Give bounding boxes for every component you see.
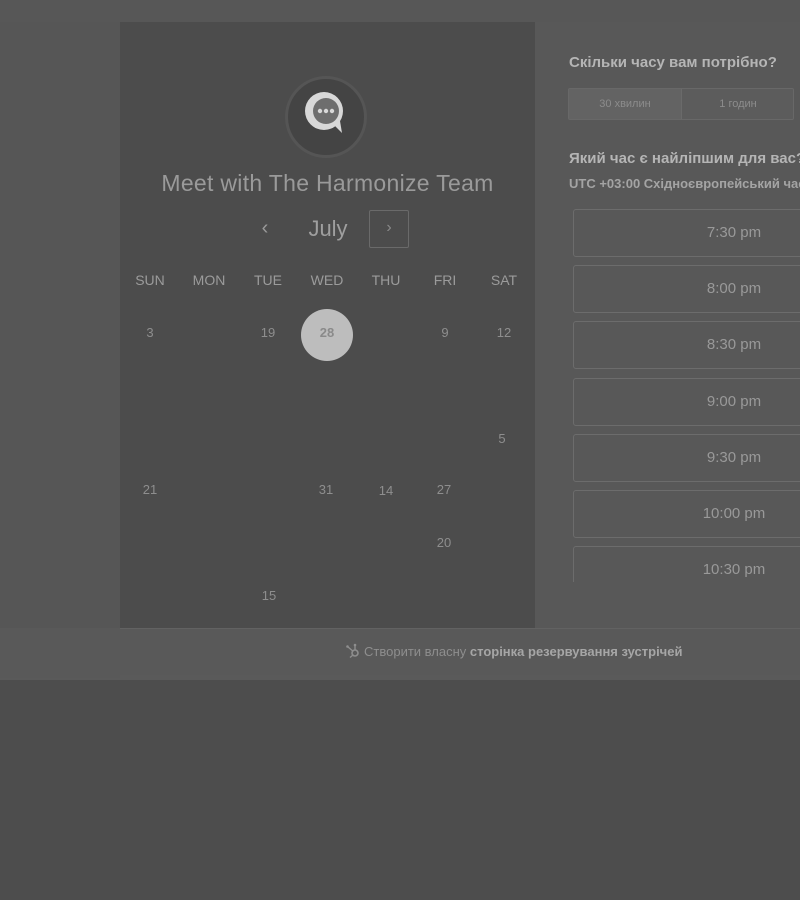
time-slot-button[interactable]: 7:30 pm — [573, 209, 800, 257]
top-strip — [0, 0, 800, 22]
next-month-button[interactable]: › — [369, 210, 409, 248]
weekday-sun: SUN — [135, 272, 165, 288]
chevron-right-icon: › — [386, 219, 392, 236]
time-slot-button[interactable]: 9:00 pm — [573, 378, 800, 426]
weekday-fri: FRI — [433, 272, 457, 288]
calendar-day[interactable]: 31 — [306, 480, 346, 500]
left-gutter — [0, 22, 120, 628]
weekday-mon: MON — [192, 272, 226, 288]
time-slot-button[interactable]: 9:30 pm — [573, 434, 800, 482]
calendar-day[interactable]: 20 — [424, 533, 464, 553]
time-slot-label: 7:30 pm — [706, 224, 762, 241]
time-slot-label: 8:00 pm — [706, 280, 762, 297]
calendar-day[interactable]: 21 — [130, 480, 170, 500]
timezone-label[interactable]: UTC +03:00 Східноєвропейський час — [569, 176, 800, 191]
weekday-thu: THU — [371, 272, 401, 288]
create-booking-page-link[interactable]: Створити власну сторінка резервування зу… — [345, 643, 682, 659]
prev-month-button[interactable]: ‹ — [254, 210, 276, 248]
calendar-day[interactable]: 19 — [248, 323, 288, 343]
time-slot-button[interactable]: 8:30 pm — [573, 321, 800, 369]
month-label: July — [308, 216, 348, 241]
month-navigation: ‹ July › — [120, 210, 535, 250]
time-slot-label: 9:30 pm — [706, 449, 762, 466]
calendar-day[interactable]: 15 — [249, 586, 289, 606]
duration-selector: 30 хвилин 1 годин — [568, 88, 794, 120]
footer: Створити власну сторінка резервування зу… — [120, 628, 800, 675]
footer-link-bold: сторінка резервування зустрічей — [469, 644, 683, 659]
selected-day[interactable]: 28 — [301, 309, 353, 361]
time-slot-label: 10:00 pm — [702, 505, 766, 522]
calendar-panel: Meet with The Harmonize Team ‹ July › SU… — [120, 22, 535, 628]
calendar-day[interactable]: 27 — [424, 480, 464, 500]
calendar-day[interactable]: 9 — [425, 323, 465, 343]
meeting-title: Meet with The Harmonize Team — [161, 170, 494, 196]
weekday-sat: SAT — [490, 272, 518, 288]
duration-30-min-button[interactable]: 30 хвилин — [569, 89, 682, 119]
calendar-day[interactable]: 14 — [366, 481, 406, 501]
page-lower-area — [0, 680, 800, 900]
time-slot-button[interactable]: 10:00 pm — [573, 490, 800, 538]
time-slot-label: 9:00 pm — [706, 393, 762, 410]
weekday-wed: WED — [310, 272, 344, 288]
footer-prefix: Створити власну — [364, 644, 467, 659]
booking-panel: Скільки часу вам потрібно? 30 хвилин 1 г… — [535, 22, 800, 628]
left-gutter-bottom — [0, 628, 120, 678]
slot-list-clip — [535, 582, 800, 628]
time-question: Який час є найліпшим для вас? — [569, 150, 800, 167]
time-slot-label: 8:30 pm — [706, 336, 762, 353]
duration-question: Скільки часу вам потрібно? — [569, 54, 777, 71]
calendar-day[interactable]: 3 — [130, 323, 170, 343]
chevron-left-icon: ‹ — [261, 217, 269, 239]
time-slot-button[interactable]: 8:00 pm — [573, 265, 800, 313]
chat-bubble-logo-icon — [305, 92, 343, 133]
meetings-page: Meet with The Harmonize Team ‹ July › SU… — [0, 0, 800, 900]
duration-1-hour-button[interactable]: 1 годин — [682, 89, 794, 119]
weekday-header: SUN MON TUE WED THU FRI SAT — [120, 272, 535, 292]
calendar-day[interactable]: 12 — [484, 323, 524, 343]
avatar — [285, 76, 367, 158]
hubspot-sprocket-icon — [346, 643, 359, 659]
calendar-day[interactable]: 5 — [482, 429, 522, 449]
weekday-tue: TUE — [254, 272, 282, 288]
